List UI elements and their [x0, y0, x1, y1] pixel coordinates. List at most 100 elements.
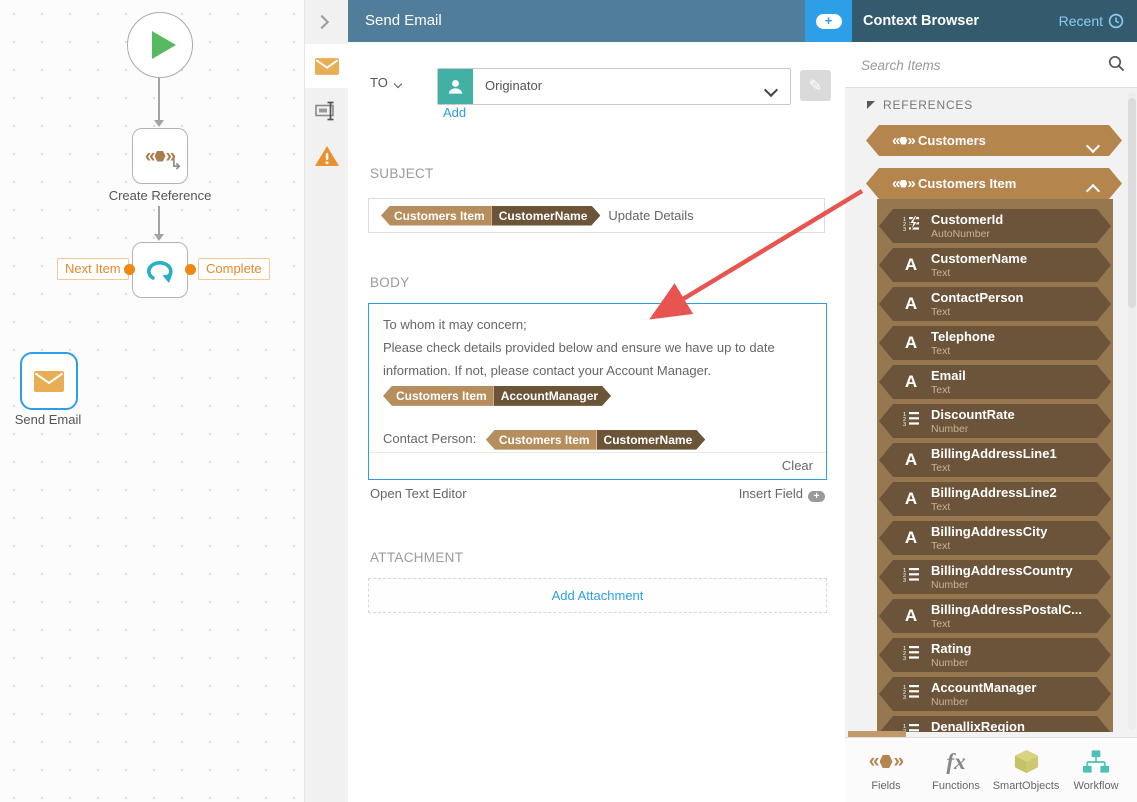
create-reference-node[interactable]: «»↳	[132, 128, 188, 184]
field-name: BillingAddressLine1	[931, 446, 1057, 461]
svg-text:3: 3	[903, 695, 906, 700]
recent-button[interactable]: Recent	[1059, 0, 1124, 42]
tab-fields[interactable]: «» Fields	[853, 749, 919, 792]
chevron-down-icon	[1088, 138, 1098, 156]
loop-icon	[143, 257, 177, 284]
loop-left-port[interactable]	[124, 264, 135, 275]
svg-text:3: 3	[903, 227, 906, 232]
field-type: Number	[931, 696, 968, 708]
body-line: Please check details provided below and …	[383, 337, 812, 383]
field-type: AutoNumber	[931, 228, 990, 240]
subject-text: Update Details	[608, 208, 693, 223]
tab-properties[interactable]	[305, 92, 349, 130]
field-type: Text	[931, 501, 950, 513]
svg-text:3: 3	[903, 422, 906, 427]
field-type: Text	[931, 384, 950, 396]
body-token-accountmanager[interactable]: Customers ItemAccountManager	[383, 386, 611, 406]
body-section-label: BODY	[370, 275, 409, 290]
clock-icon	[1108, 13, 1124, 29]
edit-recipient-button[interactable]: ✎	[800, 70, 831, 101]
attachment-dropzone[interactable]: Add Attachment	[368, 578, 827, 613]
body-line: To whom it may concern;	[383, 314, 812, 337]
search-icon	[1108, 55, 1125, 72]
field-item-BillingAddressCountry[interactable]: 123BillingAddressCountryNumber	[879, 560, 1111, 594]
field-item-DenallixRegion[interactable]: 123DenallixRegionNumber	[879, 716, 1111, 732]
body-editor[interactable]: To whom it may concern; Please check det…	[368, 303, 827, 480]
add-recipient-link[interactable]: Add	[443, 105, 466, 120]
field-item-Email[interactable]: AEmailText	[879, 365, 1111, 399]
chevron-down-icon	[394, 80, 402, 88]
loop-complete-label[interactable]: Complete	[198, 258, 270, 280]
body-token-customername[interactable]: Customers ItemCustomerName	[486, 430, 705, 450]
plus-oval-icon: +	[816, 14, 842, 29]
field-item-BillingAddressCity[interactable]: ABillingAddressCityText	[879, 521, 1111, 555]
tab-functions[interactable]: fx Functions	[923, 749, 989, 792]
tab-email[interactable]	[305, 44, 349, 88]
field-type: Number	[931, 657, 968, 669]
field-item-CustomerId[interactable]: 123CustomerIdAutoNumber	[879, 209, 1111, 243]
text-icon: A	[905, 294, 917, 313]
scrollbar-thumb[interactable]	[1128, 98, 1136, 308]
field-item-BillingAddressLine1[interactable]: ABillingAddressLine1Text	[879, 443, 1111, 477]
field-item-Rating[interactable]: 123RatingNumber	[879, 638, 1111, 672]
number-icon: 123	[903, 411, 920, 427]
number-icon: 123	[903, 684, 920, 700]
fields-icon: «»	[869, 749, 903, 775]
workflow-icon	[1081, 749, 1111, 775]
workflow-canvas[interactable]: «»↳ Create Reference Next Item Complete …	[0, 0, 305, 802]
connector-arrow	[154, 120, 164, 127]
field-item-AccountManager[interactable]: 123 AccountManagerNumber	[879, 677, 1111, 711]
field-item-Telephone[interactable]: ATelephoneText	[879, 326, 1111, 360]
context-browser-panel: Context Browser Recent REFERENCES «» Cus…	[845, 0, 1137, 802]
context-browser-toggle-button[interactable]: +	[805, 0, 852, 42]
field-name: BillingAddressCity	[931, 524, 1047, 539]
search-input[interactable]	[859, 52, 1093, 79]
vertical-scrollbar[interactable]	[1128, 92, 1136, 730]
insert-field-link[interactable]: Insert Field+	[739, 486, 825, 502]
add-attachment-link[interactable]: Add Attachment	[552, 588, 644, 603]
to-recipient-select[interactable]: Originator	[437, 68, 791, 105]
text-icon: A	[905, 489, 917, 508]
field-item-DiscountRate[interactable]: 123DiscountRateNumber	[879, 404, 1111, 438]
subject-section-label: SUBJECT	[370, 166, 434, 181]
field-item-ContactPerson[interactable]: AContactPersonText	[879, 287, 1111, 321]
clear-body-link[interactable]: Clear	[782, 458, 813, 473]
field-item-BillingAddressPostalC[interactable]: ABillingAddressPostalC...Text	[879, 599, 1111, 633]
field-item-BillingAddressLine2[interactable]: ABillingAddressLine2Text	[879, 482, 1111, 516]
search-bar	[845, 42, 1137, 88]
start-node[interactable]	[127, 12, 193, 78]
field-type: Text	[931, 540, 950, 552]
insert-field-plus-icon: +	[808, 491, 825, 502]
collapse-panel-button[interactable]	[317, 14, 327, 32]
tab-warnings[interactable]	[305, 138, 349, 174]
loop-right-port[interactable]	[185, 264, 196, 275]
send-email-node[interactable]	[20, 352, 78, 410]
field-name: AccountManager	[931, 680, 1036, 695]
field-name: ContactPerson	[931, 290, 1023, 305]
reference-group-customers[interactable]: «» Customers	[866, 125, 1122, 156]
envelope-icon	[34, 371, 64, 392]
tab-workflow[interactable]: Workflow	[1063, 749, 1129, 792]
field-type: Text	[931, 345, 950, 357]
text-icon: A	[905, 333, 917, 352]
field-name: BillingAddressCountry	[931, 563, 1073, 578]
context-browser-tab-bar: «» Fields fx Functions SmartObjects	[845, 737, 1137, 802]
to-field-selector[interactable]: TO	[370, 75, 401, 90]
loop-node[interactable]	[132, 242, 188, 298]
loop-next-item-label[interactable]: Next Item	[57, 258, 129, 280]
chevron-down-icon	[766, 82, 776, 100]
subject-input[interactable]: Customers ItemCustomerName Update Detail…	[368, 198, 825, 233]
editor-title: Send Email	[348, 0, 845, 42]
reference-group-customers-item[interactable]: «» Customers Item	[866, 168, 1122, 199]
open-text-editor-link[interactable]: Open Text Editor	[370, 486, 467, 501]
text-icon: A	[905, 450, 917, 469]
tab-smartobjects[interactable]: SmartObjects	[993, 748, 1059, 792]
subject-token[interactable]: Customers ItemCustomerName	[381, 206, 600, 226]
workflow-designer: «»↳ Create Reference Next Item Complete …	[0, 0, 1137, 802]
field-item-CustomerName[interactable]: ACustomerNameText	[879, 248, 1111, 282]
field-name: DiscountRate	[931, 407, 1015, 422]
context-browser-title: Context Browser	[863, 0, 979, 42]
reference-icon: «»	[892, 133, 915, 148]
send-email-config: TO Originator ✎ Add SUBJECT Customers It…	[348, 42, 845, 802]
references-section-header[interactable]: REFERENCES	[867, 98, 973, 112]
